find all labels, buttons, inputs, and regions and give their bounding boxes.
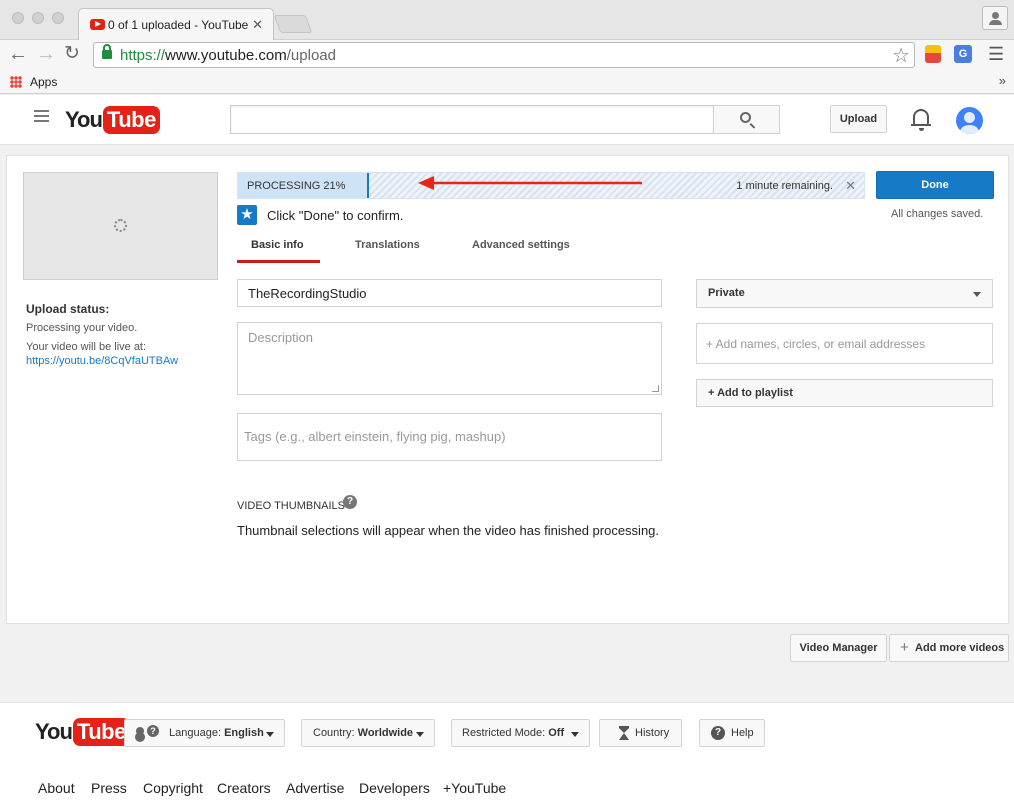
thumbnails-heading: VIDEO THUMBNAILS <box>237 500 345 512</box>
address-bar[interactable]: https://www.youtube.com/upload ☆ <box>93 42 915 68</box>
add-to-playlist-button[interactable]: + Add to playlist <box>696 379 993 407</box>
account-avatar[interactable] <box>956 107 983 134</box>
tab-translations[interactable]: Translations <box>355 239 420 251</box>
footer-youtube-logo[interactable]: You Tube <box>35 718 130 746</box>
tags-field[interactable]: Tags (e.g., albert einstein, flying pig,… <box>237 413 662 461</box>
done-button[interactable]: Done <box>876 171 994 199</box>
help-question-icon[interactable]: ? <box>343 495 357 509</box>
bookmarks-overflow-icon[interactable]: » <box>999 73 1006 88</box>
secure-lock-icon <box>102 44 112 59</box>
tab-advanced-settings[interactable]: Advanced settings <box>472 239 570 251</box>
footer-link-copyright[interactable]: Copyright <box>143 780 203 796</box>
active-tab-indicator <box>237 260 320 263</box>
browser-toolbar: ← → ↻ https://www.youtube.com/upload ☆ G… <box>0 40 1014 70</box>
upload-tabs: Basic info Translations Advanced setting… <box>237 236 757 264</box>
confirm-message: Click "Done" to confirm. <box>267 208 404 223</box>
time-remaining: 1 minute remaining. <box>736 180 833 192</box>
cancel-upload-icon[interactable]: ✕ <box>845 178 856 194</box>
thumbnails-message: Thumbnail selections will appear when th… <box>237 523 660 538</box>
youtube-logo[interactable]: You Tube <box>65 106 160 134</box>
description-field[interactable]: Description <box>237 322 662 395</box>
footer: YouTube Language: English Country: World… <box>0 702 1014 806</box>
upload-card: Upload status: Processing your video. Yo… <box>6 155 1009 624</box>
history-button[interactable]: History <box>599 719 682 747</box>
close-window-button[interactable] <box>12 12 24 24</box>
guide-menu-icon[interactable] <box>34 110 49 122</box>
footer-link-plus-youtube[interactable]: +YouTube <box>443 780 506 796</box>
search-input[interactable] <box>230 105 714 134</box>
textarea-resize-handle[interactable] <box>652 385 659 392</box>
browser-profile-icon[interactable] <box>982 6 1008 30</box>
youtube-favicon-icon <box>90 19 105 30</box>
share-with-field[interactable]: + Add names, circles, or email addresses <box>696 323 993 364</box>
search-button[interactable] <box>713 105 780 134</box>
footer-link-creators[interactable]: Creators <box>217 780 271 796</box>
language-icon <box>136 725 159 740</box>
video-thumbnail-placeholder <box>23 172 218 280</box>
chevron-down-icon <box>266 732 274 737</box>
bookmark-star-icon[interactable]: ☆ <box>892 43 910 68</box>
footer-link-advertise[interactable]: Advertise <box>286 780 344 796</box>
upload-button[interactable]: Upload <box>830 105 887 133</box>
help-button[interactable]: ? Help <box>699 719 765 747</box>
loading-spinner-icon <box>114 219 127 232</box>
plus-icon: + <box>900 639 909 656</box>
help-icon: ? <box>711 726 725 740</box>
minimize-window-button[interactable] <box>32 12 44 24</box>
processing-message: Processing your video. <box>26 322 138 334</box>
footer-link-about[interactable]: About <box>38 780 75 796</box>
footer-link-press[interactable]: Press <box>91 780 127 796</box>
new-tab-button[interactable] <box>273 15 313 33</box>
browser-menu-icon[interactable]: ☰ <box>988 44 1004 65</box>
back-arrow-icon[interactable]: ← <box>8 43 28 65</box>
upload-status-title: Upload status: <box>26 302 110 316</box>
confirm-star-icon: ★ <box>237 205 257 225</box>
apps-grid-icon[interactable] <box>10 76 22 88</box>
zoom-window-button[interactable] <box>52 12 64 24</box>
restricted-mode-button[interactable]: Restricted Mode: Off <box>451 719 590 747</box>
translate-extension-icon[interactable]: G <box>954 45 972 63</box>
chevron-down-icon <box>571 732 579 737</box>
notifications-bell-icon[interactable] <box>911 109 931 131</box>
title-field[interactable]: TheRecordingStudio <box>237 279 662 307</box>
hourglass-icon <box>619 726 629 740</box>
tab-title: 0 of 1 uploaded - YouTube <box>108 18 249 32</box>
progress-label: PROCESSING 21% <box>247 180 346 192</box>
video-url-link[interactable]: https://youtu.be/8CqVfaUTBAw <box>26 355 178 367</box>
forward-arrow-icon[interactable]: → <box>36 43 56 65</box>
chevron-down-icon <box>416 732 424 737</box>
search-icon <box>740 112 751 123</box>
footer-link-developers[interactable]: Developers <box>359 780 430 796</box>
browser-tab-youtube[interactable]: 0 of 1 uploaded - YouTube ✕ <box>78 8 274 40</box>
privacy-select[interactable]: Private <box>696 279 993 308</box>
video-manager-button[interactable]: Video Manager <box>790 634 887 662</box>
bookmarks-bar: Apps » <box>0 70 1014 94</box>
extension-icon[interactable] <box>925 45 941 63</box>
bookmark-apps[interactable]: Apps <box>30 75 57 89</box>
url-text: https://www.youtube.com/upload <box>120 47 336 64</box>
reload-icon[interactable]: ↻ <box>64 43 80 65</box>
add-more-videos-button[interactable]: + Add more videos <box>889 634 1009 662</box>
language-button[interactable]: Language: English <box>124 719 285 747</box>
youtube-masthead: You Tube Upload <box>0 95 1014 145</box>
browser-titlebar: 0 of 1 uploaded - YouTube ✕ <box>0 0 1014 40</box>
live-at-label: Your video will be live at: <box>26 341 147 353</box>
save-status: All changes saved. <box>891 208 984 220</box>
tab-basic-info[interactable]: Basic info <box>251 239 304 251</box>
chevron-down-icon <box>973 292 981 297</box>
country-button[interactable]: Country: Worldwide <box>301 719 435 747</box>
annotation-arrow <box>418 176 642 190</box>
tab-close-icon[interactable]: ✕ <box>252 17 263 33</box>
